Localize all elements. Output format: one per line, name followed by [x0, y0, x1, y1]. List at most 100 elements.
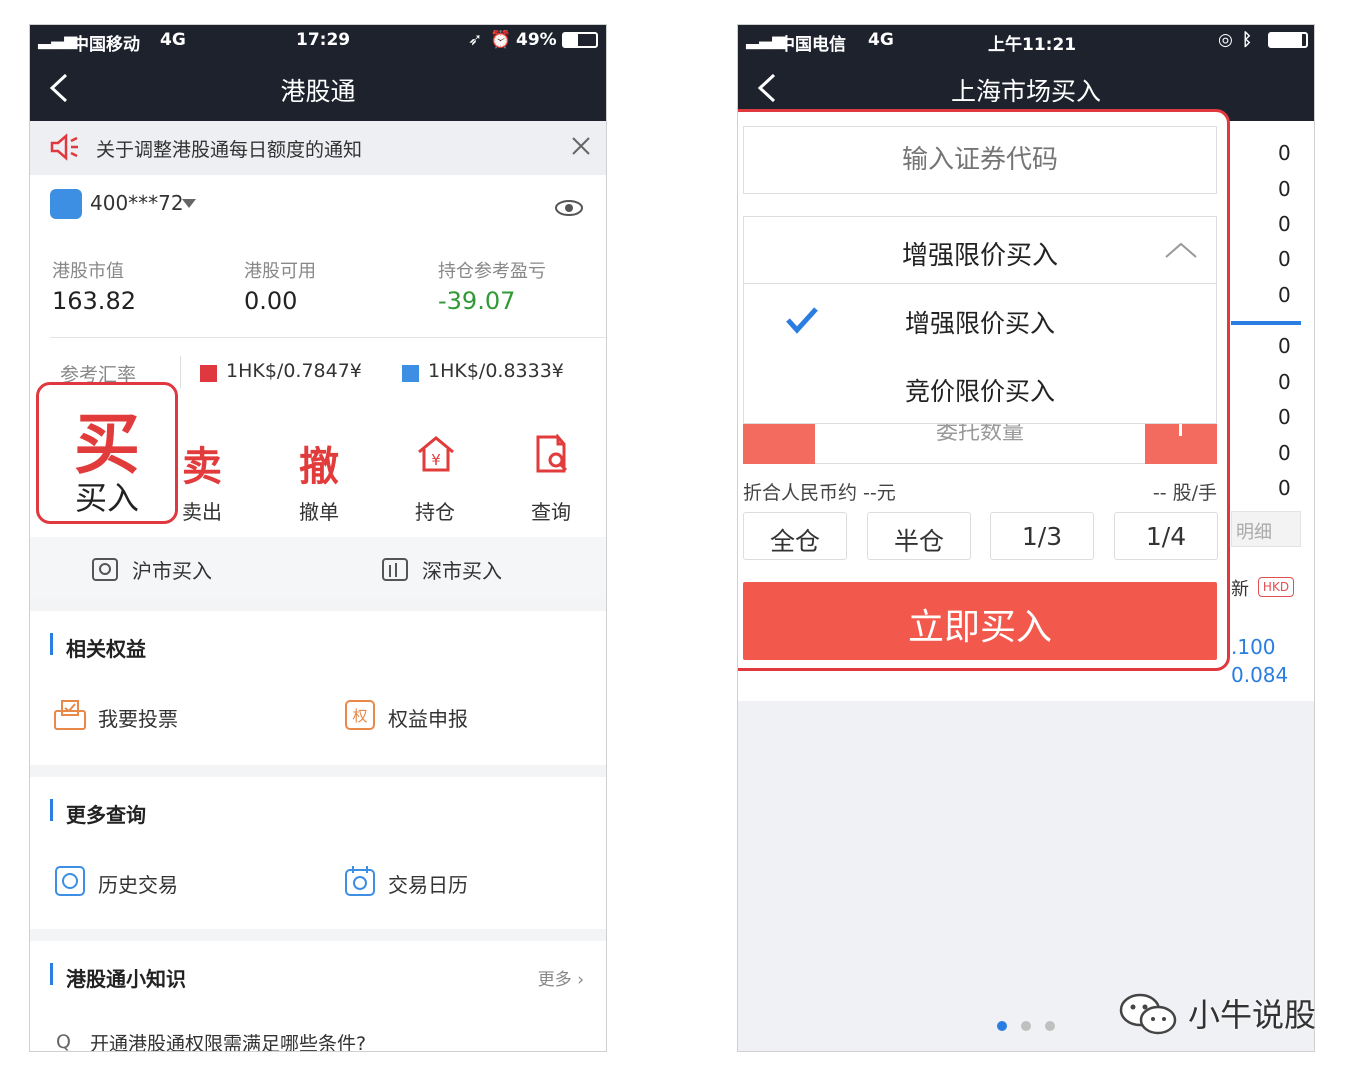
page-dot — [1045, 1021, 1055, 1031]
close-icon[interactable] — [570, 135, 592, 157]
notice-banner[interactable]: 关于调整港股通每日额度的通知 — [30, 121, 606, 175]
buy-label: 买入 — [74, 479, 139, 517]
trade-actions: 买 买入 卖 卖出 撤 撤单 ¥ 持仓 查询 — [30, 382, 606, 537]
chevron-up-icon — [1165, 242, 1197, 258]
shenzhen-buy-link[interactable]: 深市买入 — [422, 555, 502, 584]
notice-text[interactable]: 关于调整港股通每日额度的通知 — [96, 135, 362, 162]
battery-icon — [562, 32, 598, 48]
network-type: 4G — [868, 30, 894, 50]
order-book-value: 0 — [1278, 283, 1291, 307]
order-book-value: 0 — [1278, 405, 1291, 429]
shanghai-market-icon — [92, 558, 118, 581]
stat-value-available: 0.00 — [244, 287, 298, 315]
cancel-order-button[interactable]: 撤 撤单 — [264, 412, 374, 537]
vote-link[interactable]: 我要投票 — [98, 703, 178, 732]
account-id[interactable]: 400***72 — [90, 191, 184, 215]
half-position-button[interactable]: 半仓 — [867, 512, 971, 560]
quarter-position-button[interactable]: 1/4 — [1114, 512, 1218, 560]
holdings-button[interactable]: ¥ 持仓 — [380, 412, 490, 537]
network-type: 4G — [160, 30, 186, 50]
chevron-right-icon: › — [577, 970, 584, 990]
cancel-order-label: 撤单 — [299, 500, 339, 524]
order-type-select[interactable]: 增强限价买入 — [743, 216, 1217, 284]
rights-declare-icon: 权 — [345, 700, 375, 730]
battery-icon — [1268, 32, 1308, 48]
buy-now-button[interactable]: 立即买入 — [743, 582, 1217, 660]
holdings-label: 持仓 — [415, 500, 455, 524]
caret-down-icon[interactable] — [182, 199, 196, 209]
hkd-badge: HKD — [1258, 577, 1294, 597]
query-button[interactable]: 查询 — [496, 412, 606, 537]
eye-icon[interactable] — [554, 199, 584, 217]
shanghai-buy-link[interactable]: 沪市买入 — [132, 555, 212, 584]
full-position-button[interactable]: 全仓 — [743, 512, 847, 560]
bluetooth-icon: ᛒ — [1242, 30, 1253, 50]
nav-bar: 港股通 — [30, 55, 606, 121]
price-value: .100 — [1231, 635, 1276, 659]
megaphone-icon — [50, 133, 78, 161]
more-link[interactable]: 更多 › — [538, 965, 584, 990]
market-row: 沪市买入 深市买入 — [30, 537, 606, 599]
status-bar: ▂▃▅ 中国移动 4G 17:29 ➶ ⏰ 49% — [30, 25, 606, 55]
page-indicator — [993, 1021, 1063, 1033]
stat-label-pnl: 持仓参考盈亏 — [438, 261, 546, 282]
question-icon: Q — [56, 1031, 71, 1052]
clock: 17:29 — [296, 30, 351, 50]
rights-section: 相关权益 我要投票 权 权益申报 — [30, 611, 606, 765]
orientation-lock-icon: ◎ — [1218, 30, 1233, 50]
order-type-option[interactable]: 竞价限价买入 — [744, 352, 1216, 422]
page-title: 港股通 — [280, 77, 356, 106]
knowledge-section: 港股通小知识 更多 › Q 开通港股通权限需满足哪些条件? — [30, 941, 606, 1052]
stat-value-market-value: 163.82 — [52, 287, 136, 315]
more-query-section: 更多查询 历史交易 交易日历 — [30, 777, 606, 929]
cancel-glyph-icon: 撤 — [299, 444, 339, 490]
svg-text:¥: ¥ — [431, 451, 441, 469]
order-book-value: 0 — [1278, 177, 1291, 201]
section-marker — [50, 963, 53, 985]
battery-percent: 49% — [516, 30, 557, 50]
buy-rate-icon — [200, 365, 217, 382]
page-title: 上海市场买入 — [950, 77, 1101, 106]
section-marker — [50, 799, 53, 821]
order-form-popup: 增强限价买入 增强限价买入 竞价限价买入 委托数量 折合人民币约 --元 -- … — [738, 109, 1230, 671]
quantity-increase-button[interactable] — [1145, 424, 1217, 464]
carrier: 中国电信 — [778, 35, 846, 55]
stat-value-pnl: -39.07 — [438, 287, 516, 315]
rate-buy: 1HK$/0.7847¥ — [226, 360, 362, 382]
section-title: 相关权益 — [66, 637, 146, 661]
rmb-estimate: 折合人民币约 --元 — [743, 482, 896, 504]
security-code-input[interactable] — [743, 126, 1217, 194]
divider — [50, 337, 606, 338]
quantity-input[interactable]: 委托数量 — [815, 424, 1145, 464]
order-type-options: 增强限价买入 竞价限价买入 — [743, 284, 1217, 424]
page-dot — [1021, 1021, 1031, 1031]
latest-label: 新 — [1231, 579, 1249, 600]
quantity-decrease-button[interactable] — [743, 424, 815, 464]
right-phone-screen: ▂▃▅ 中国电信 4G 上午11:21 ◎ ᛒ 上海市场买入 0 0 0 0 0… — [737, 24, 1315, 1052]
vote-icon — [54, 700, 86, 730]
option-label: 增强限价买入 — [904, 309, 1055, 338]
buy-button[interactable]: 买 买入 — [36, 382, 178, 524]
trade-history-link[interactable]: 历史交易 — [98, 869, 178, 898]
clock: 上午11:21 — [988, 35, 1077, 55]
stat-label-market-value: 港股市值 — [52, 261, 124, 282]
document-search-icon — [536, 434, 568, 473]
trade-calendar-link[interactable]: 交易日历 — [388, 869, 468, 898]
more-label: 更多 — [537, 970, 572, 990]
order-book-value: 0 — [1278, 370, 1291, 394]
stat-label-available: 港股可用 — [244, 261, 316, 282]
third-position-button[interactable]: 1/3 — [990, 512, 1094, 560]
order-type-selected: 增强限价买入 — [901, 241, 1058, 271]
faq-question-link[interactable]: 开通港股通权限需满足哪些条件? — [90, 1029, 366, 1051]
shares-per-lot: -- 股/手 — [1152, 482, 1217, 504]
order-book-value: 0 — [1278, 441, 1291, 465]
rights-declare-link[interactable]: 权益申报 — [388, 703, 468, 732]
left-phone-screen: ▂▃▅ 中国移动 4G 17:29 ➶ ⏰ 49% 港股通 关于调整港股通每日额… — [29, 24, 607, 1052]
order-type-option[interactable]: 增强限价买入 — [744, 284, 1216, 354]
page-dot-active — [997, 1021, 1007, 1031]
sell-rate-icon — [402, 365, 419, 382]
carrier: 中国移动 — [72, 35, 140, 55]
section-title: 港股通小知识 — [66, 967, 186, 991]
detail-button[interactable]: 明细 — [1231, 511, 1301, 547]
svg-text:权: 权 — [352, 707, 367, 725]
